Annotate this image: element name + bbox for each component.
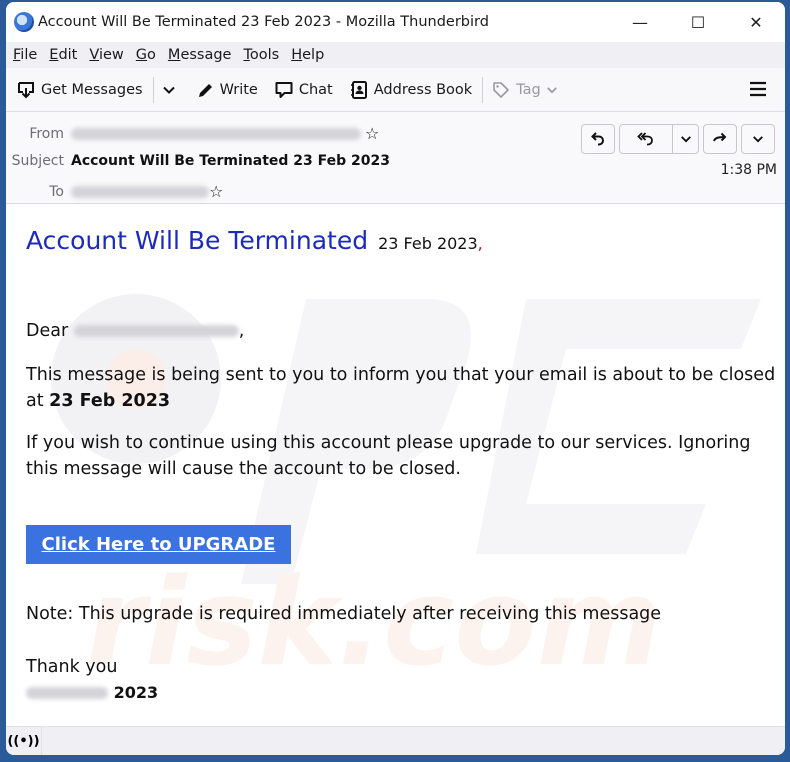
menu-accel: H	[291, 47, 303, 63]
menu-label: ile	[20, 47, 38, 63]
to-label: To	[49, 183, 64, 200]
signature-year: 2023	[113, 683, 159, 702]
menu-edit[interactable]: Edit	[49, 47, 77, 63]
signature: Thank you 2023	[26, 654, 785, 706]
chevron-down-icon	[742, 125, 774, 153]
heading-comma: ,	[477, 234, 483, 253]
reply-button[interactable]	[581, 124, 615, 154]
address-book-button[interactable]: Address Book	[349, 80, 472, 100]
address-book-icon	[349, 80, 369, 100]
main-toolbar: Get Messages Write Chat Address Book Tag	[6, 68, 785, 112]
reply-all-button[interactable]	[619, 124, 699, 154]
message-time: 1:38 PM	[720, 162, 777, 178]
menu-view[interactable]: View	[89, 47, 123, 63]
forward-icon	[704, 125, 736, 153]
paragraph-1: This message is being sent to you to inf…	[26, 362, 785, 414]
subject-row: Subject Account Will Be Terminated 23 Fe…	[6, 153, 390, 169]
sender-redacted	[26, 687, 108, 699]
chat-bubble-icon	[274, 80, 294, 100]
menu-label: elp	[302, 47, 325, 63]
pencil-icon	[197, 81, 215, 99]
to-row: To ☆	[6, 182, 223, 201]
toolbar-separator	[482, 76, 484, 103]
menu-message[interactable]: Message	[168, 47, 232, 63]
write-button[interactable]: Write	[197, 81, 258, 99]
tag-button[interactable]: Tag	[491, 80, 563, 100]
chevron-down-icon	[680, 136, 691, 143]
from-row: From ☆	[6, 124, 379, 143]
heading-title: Account Will Be Terminated	[26, 226, 369, 255]
write-label: Write	[219, 81, 258, 98]
menu-label: iew	[98, 47, 124, 63]
star-icon[interactable]: ☆	[365, 124, 379, 143]
menu-label: dit	[58, 47, 78, 63]
note-paragraph: Note: This upgrade is required immediate…	[26, 604, 662, 624]
greeting: Dear ,	[26, 318, 785, 344]
maximize-button[interactable]: ☐	[669, 2, 727, 42]
toolbar-separator	[152, 76, 154, 103]
status-bar: ((•))	[6, 726, 785, 755]
hamburger-menu-icon	[750, 81, 766, 96]
chat-label: Chat	[298, 81, 333, 98]
thunderbird-logo-icon	[14, 12, 34, 32]
star-icon[interactable]: ☆	[209, 182, 223, 201]
menu-go[interactable]: Go	[136, 47, 156, 63]
heading-date: 23 Feb 2023	[378, 234, 478, 253]
window-title: Account Will Be Terminated 23 Feb 2023 -…	[38, 14, 489, 30]
download-inbox-icon	[16, 80, 36, 100]
paragraph-1-date: 23 Feb 2023	[49, 391, 171, 411]
menu-label: essage	[180, 47, 232, 63]
menu-label: o	[147, 47, 156, 63]
get-messages-dropdown[interactable]	[162, 83, 181, 97]
title-bar: Account Will Be Terminated 23 Feb 2023 -…	[6, 2, 785, 42]
close-button[interactable]: ✕	[727, 2, 785, 42]
recipient-redacted	[73, 325, 239, 337]
greeting-text: Dear	[26, 321, 69, 341]
upgrade-link-button[interactable]: Click Here to UPGRADE	[26, 525, 291, 564]
from-address-redacted[interactable]	[71, 127, 361, 140]
chevron-down-icon	[546, 84, 558, 96]
reply-icon	[582, 125, 614, 153]
subject-label: Subject	[11, 153, 64, 169]
address-book-label: Address Book	[373, 81, 473, 98]
get-messages-label: Get Messages	[41, 81, 143, 98]
menu-tools[interactable]: Tools	[243, 47, 279, 63]
menu-bar: File Edit View Go Message Tools Help	[6, 42, 785, 68]
more-actions-button[interactable]	[741, 124, 775, 154]
chevron-down-icon	[162, 83, 176, 97]
app-menu-button[interactable]	[749, 78, 767, 102]
tag-label: Tag	[516, 81, 541, 98]
menu-accel: V	[89, 47, 99, 63]
get-messages-button[interactable]: Get Messages	[16, 80, 143, 100]
menu-accel: G	[135, 47, 148, 63]
message-header: From ☆ Subject Account Will Be Terminate…	[6, 112, 785, 204]
thanks-text: Thank you	[26, 657, 118, 677]
online-status-icon[interactable]: ((•))	[6, 727, 42, 755]
reply-all-dropdown[interactable]	[672, 125, 698, 153]
forward-button[interactable]	[703, 124, 737, 154]
message-actions	[581, 124, 775, 154]
paragraph-2: If you wish to continue using this accou…	[26, 433, 751, 479]
menu-file[interactable]: File	[13, 47, 37, 63]
message-body: risk.com Account Will Be Terminated 23 F…	[6, 204, 785, 726]
email-heading: Account Will Be Terminated 23 Feb 2023 ,	[26, 226, 483, 255]
menu-accel: M	[167, 47, 181, 63]
greeting-comma: ,	[238, 321, 245, 341]
menu-help[interactable]: Help	[291, 47, 324, 63]
menu-label: ools	[249, 47, 280, 63]
tag-icon	[491, 80, 511, 100]
reply-all-icon	[620, 125, 672, 153]
to-address-redacted[interactable]	[71, 185, 209, 198]
paragraph-1-at: at	[26, 391, 44, 411]
paragraph-1-text: This message is being sent to you to inf…	[26, 365, 776, 385]
chat-button[interactable]: Chat	[274, 80, 333, 100]
thunderbird-window: Account Will Be Terminated 23 Feb 2023 -…	[6, 2, 785, 755]
from-label: From	[29, 125, 64, 142]
subject-value: Account Will Be Terminated 23 Feb 2023	[71, 153, 390, 169]
upgrade-link-label[interactable]: Click Here to UPGRADE	[42, 534, 276, 555]
minimize-button[interactable]: —	[611, 2, 669, 42]
